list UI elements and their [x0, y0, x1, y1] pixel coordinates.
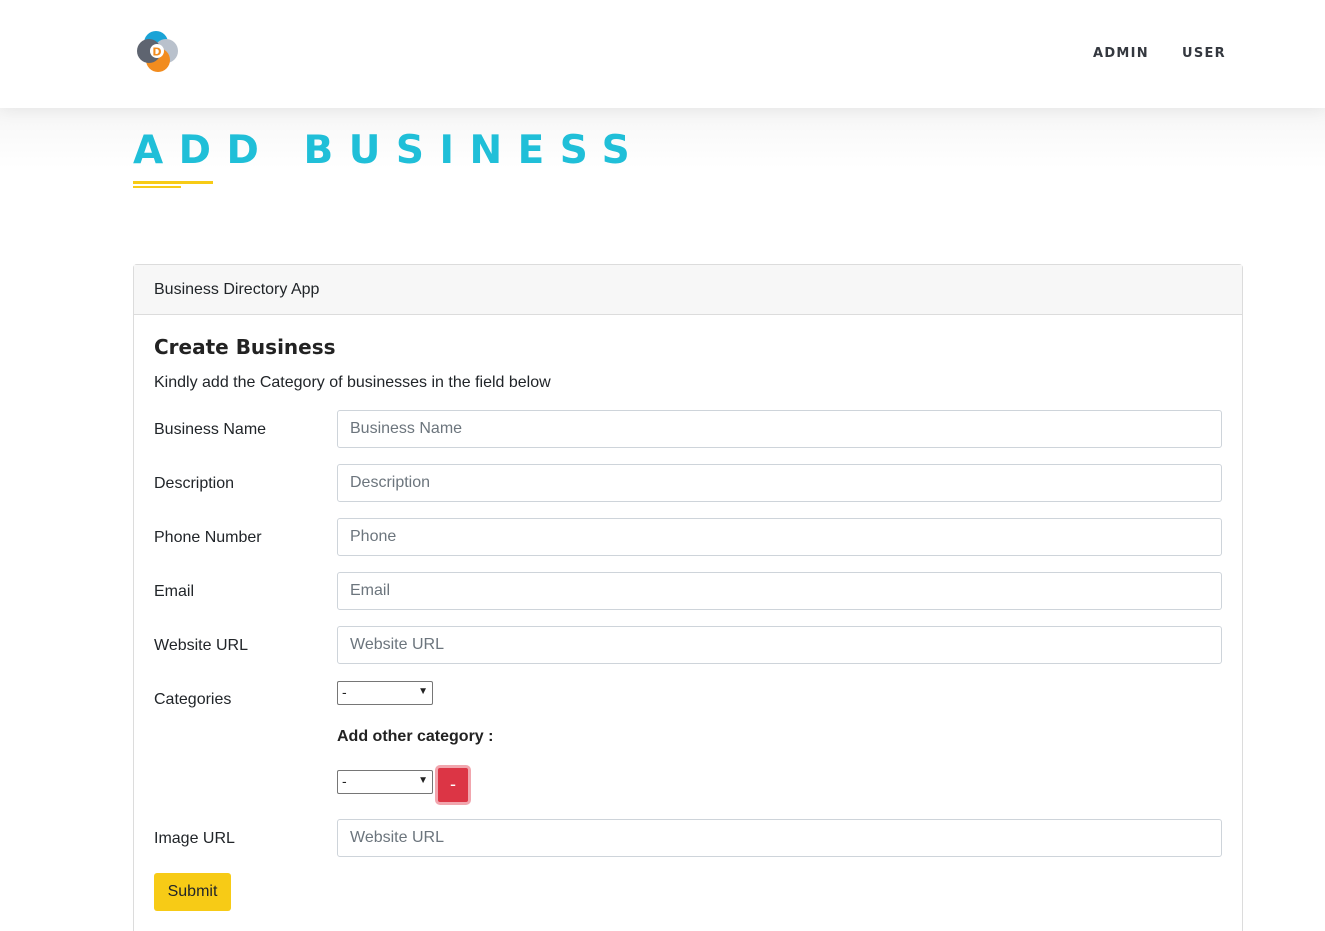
phone-number-label: Phone Number [154, 529, 262, 546]
submit-button[interactable]: Submit [154, 873, 231, 911]
remove-category-button[interactable]: - [435, 765, 471, 805]
other-category-select[interactable]: - ▼ [337, 770, 433, 794]
phone-input[interactable] [337, 518, 1222, 556]
card-title: Create Business [154, 335, 336, 359]
email-input[interactable] [337, 572, 1222, 610]
business-name-label: Business Name [154, 421, 267, 438]
nav-admin-link[interactable]: ADMIN [1093, 46, 1149, 61]
title-underline [133, 181, 213, 184]
description-label: Description [154, 475, 235, 492]
title-underline-short [133, 186, 181, 188]
d-circles-logo-icon[interactable]: D [135, 29, 181, 75]
chevron-down-icon: ▼ [418, 775, 428, 786]
card-subtitle: Kindly add the Category of businesses in… [154, 374, 551, 391]
chevron-down-icon: ▼ [418, 686, 428, 697]
top-navbar: D ADMIN USER [0, 0, 1325, 108]
categories-label: Categories [154, 691, 232, 708]
nav-links: ADMIN USER [1093, 46, 1226, 61]
other-category-selected-value: - [342, 773, 347, 789]
email-label: Email [154, 583, 195, 600]
card-header: Business Directory App [134, 265, 1242, 315]
categories-select[interactable]: - ▼ [337, 681, 433, 705]
image-url-label: Image URL [154, 830, 235, 847]
website-url-label: Website URL [154, 637, 248, 654]
image-url-input[interactable] [337, 819, 1222, 857]
nav-user-link[interactable]: USER [1182, 46, 1226, 61]
description-input[interactable] [337, 464, 1222, 502]
create-business-card: Business Directory App Create Business K… [133, 264, 1243, 931]
add-other-category-label: Add other category : [337, 728, 494, 745]
website-url-input[interactable] [337, 626, 1222, 664]
page-title: ADD BUSINESS [133, 128, 646, 173]
categories-selected-value: - [342, 684, 347, 700]
svg-text:D: D [152, 46, 161, 59]
business-name-input[interactable] [337, 410, 1222, 448]
